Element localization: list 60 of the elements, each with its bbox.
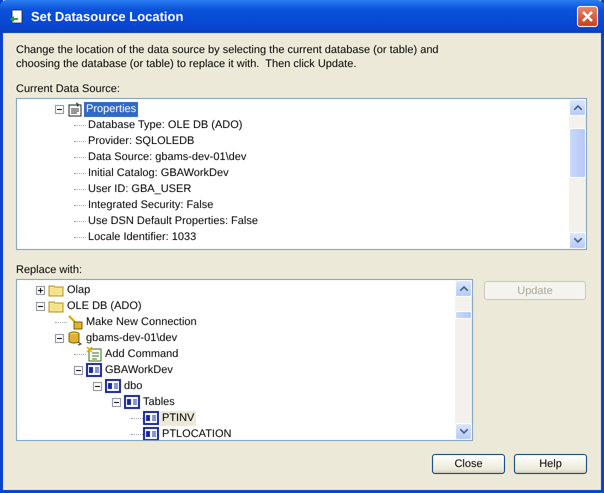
expander-icon[interactable] xyxy=(36,302,45,310)
instruction-text: choosing the database (or table) to replace it with. Then click Update. xyxy=(16,57,358,71)
tree-item[interactable]: Properties xyxy=(84,102,138,116)
expander-icon[interactable] xyxy=(55,104,64,114)
chevron-up-icon xyxy=(574,105,582,110)
tree-item[interactable]: OLE DB (ADO) xyxy=(65,298,144,314)
expander-icon[interactable] xyxy=(55,334,64,342)
chevron-down-icon xyxy=(574,238,582,243)
tree-item[interactable]: Tables xyxy=(141,394,177,410)
app-icon xyxy=(9,8,25,24)
expander-icon[interactable] xyxy=(74,366,83,374)
tree-item[interactable]: GBAWorkDev xyxy=(103,362,175,378)
tree-view[interactable] xyxy=(16,98,587,250)
tree-item[interactable]: Make New Connection xyxy=(84,314,199,330)
tree-item[interactable]: dbo xyxy=(122,378,144,394)
scrollbar[interactable] xyxy=(455,280,472,440)
database-icon xyxy=(67,330,83,346)
tree-item[interactable]: Locale Identifier: 1033 xyxy=(86,230,198,244)
scroll-up-button[interactable] xyxy=(455,280,472,297)
scroll-thumb[interactable] xyxy=(569,128,586,178)
close-icon xyxy=(581,10,594,23)
table-icon xyxy=(86,362,102,378)
instruction-text: Change the location of the data source by selecting the current database (or table) and xyxy=(16,43,440,57)
scroll-up-button[interactable] xyxy=(569,99,586,116)
tree-item[interactable]: Data Source: gbams-dev-01\dev xyxy=(86,150,248,164)
tree-item[interactable]: gbams-dev-01\dev xyxy=(84,330,180,346)
scrollbar[interactable] xyxy=(569,99,586,249)
wand-icon xyxy=(67,314,83,330)
tree-view[interactable]: Olap OLE DB (ADO) Make New Connection gbams-dev-01\dev Add Command GBAWorkDev dbo Tables PTINV PTLOCATION xyxy=(16,279,473,441)
chevron-down-icon xyxy=(460,429,468,434)
tree-item[interactable]: Use DSN Default Properties: False xyxy=(86,214,260,228)
tree-label: Replace with: xyxy=(16,264,84,276)
close-button[interactable] xyxy=(577,6,598,27)
folder-icon xyxy=(48,299,64,313)
expander-icon[interactable] xyxy=(36,286,45,294)
chevron-up-icon xyxy=(460,286,468,291)
add-command-icon xyxy=(86,346,102,362)
scroll-down-button[interactable] xyxy=(455,423,472,440)
window-title: Set Datasource Location xyxy=(31,9,184,24)
scroll-thumb[interactable] xyxy=(455,311,472,319)
tree-item[interactable]: PTLOCATION xyxy=(160,426,234,440)
expander-icon[interactable] xyxy=(93,382,102,390)
dialog-button[interactable]: Close xyxy=(432,454,505,474)
tree-item[interactable]: Database Type: OLE DB (ADO) xyxy=(86,118,244,132)
table-icon xyxy=(124,394,140,410)
tree-item[interactable]: Integrated Security: False xyxy=(86,198,216,212)
table-icon xyxy=(143,426,159,440)
properties-icon xyxy=(67,101,83,117)
table-icon xyxy=(143,410,159,426)
table-icon xyxy=(105,378,121,394)
dialog-button[interactable]: Help xyxy=(514,454,587,474)
tree-label: Current Data Source: xyxy=(16,83,121,95)
tree-item[interactable]: Initial Catalog: GBAWorkDev xyxy=(86,166,231,180)
expander-icon[interactable] xyxy=(112,398,121,406)
tree-item[interactable]: User ID: GBA_USER xyxy=(86,182,194,196)
tree-item[interactable]: Olap xyxy=(65,282,92,298)
folder-icon xyxy=(48,283,64,297)
tree-item[interactable]: Provider: SQLOLEDB xyxy=(86,134,196,148)
scroll-down-button[interactable] xyxy=(569,232,586,249)
tree-item[interactable]: Add Command xyxy=(103,346,180,362)
